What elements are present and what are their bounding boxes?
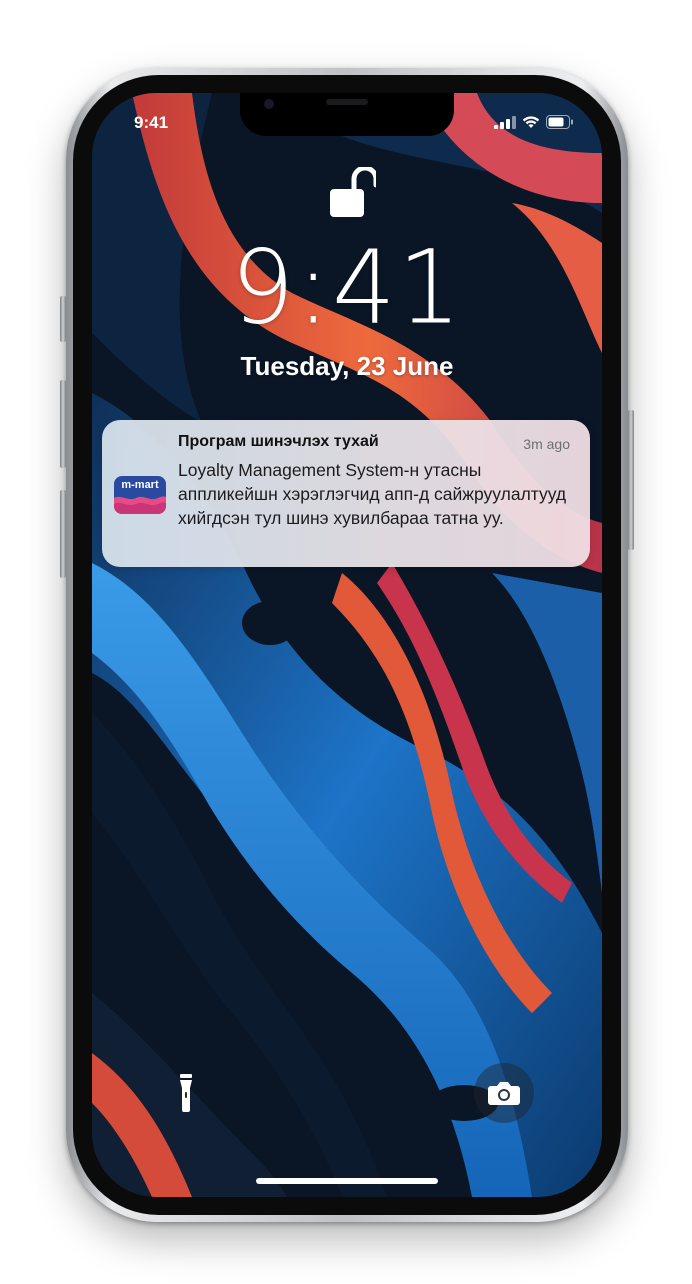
flashlight-icon (180, 1074, 192, 1112)
notification-title: Програм шинэчлэх тухай (178, 433, 379, 450)
unlocked-padlock-icon (330, 167, 376, 217)
m-mart-app-icon: m-mart (114, 476, 166, 514)
camera-button[interactable] (474, 1063, 534, 1123)
earpiece-speaker (326, 99, 368, 105)
power-button (628, 410, 634, 550)
cellular-signal-icon (494, 115, 516, 129)
wifi-icon (522, 115, 540, 128)
front-camera (264, 99, 274, 109)
home-indicator[interactable] (256, 1178, 438, 1184)
notification-card[interactable]: m-mart Програм шинэчлэх тухай 3m ago Loy… (102, 420, 590, 567)
app-icon-label: m-mart (121, 479, 159, 491)
notification-time: 3m ago (523, 436, 570, 452)
volume-down-button (60, 490, 66, 578)
status-bar-time: 9:41 (134, 113, 169, 132)
lock-screen-time: 9:41 (230, 227, 464, 348)
lock-screen-clock: 9:41 (92, 227, 602, 348)
volume-up-button (60, 380, 66, 468)
flashlight-button[interactable] (156, 1063, 216, 1123)
lock-screen: 9:41 9:41 Tuesday, 23 June m-mart Програ… (92, 93, 602, 1197)
action-button (60, 296, 66, 342)
battery-icon (546, 115, 573, 129)
camera-icon (488, 1082, 520, 1105)
notch (240, 93, 454, 136)
status-bar-icons (494, 115, 574, 129)
notification-body: Loyalty Management System-н утасны аппли… (178, 460, 567, 528)
lock-screen-date: Tuesday, 23 June (240, 351, 454, 381)
